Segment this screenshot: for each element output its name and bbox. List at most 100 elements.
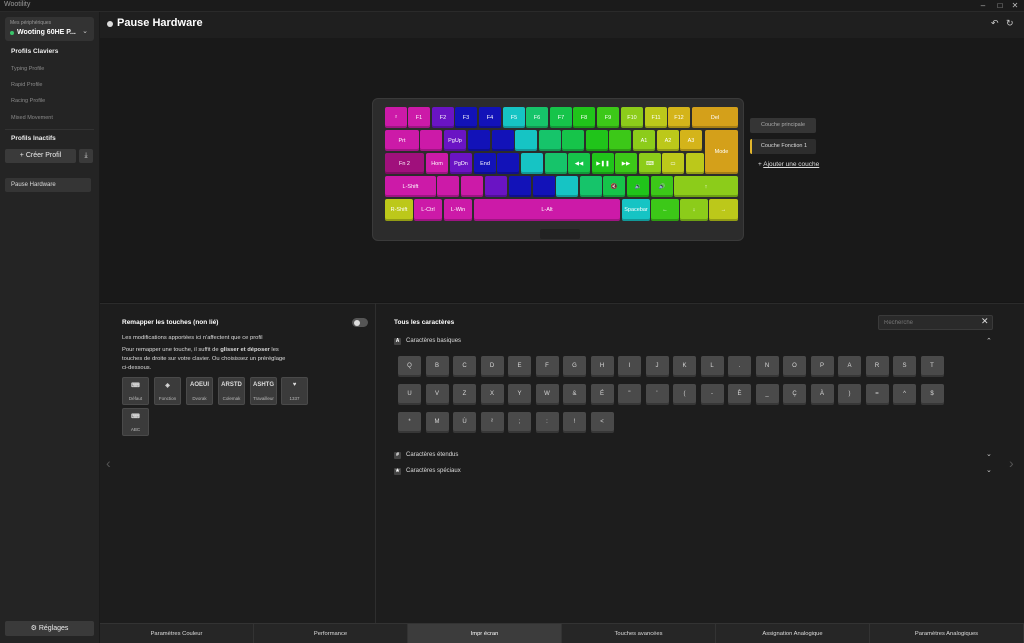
section-extended[interactable]: # Caractères étendus: [394, 452, 458, 459]
settings-button[interactable]: ⚙ Réglages: [5, 621, 94, 636]
keyboard-key[interactable]: ▶❚❚: [592, 153, 614, 174]
character-key[interactable]: È: [728, 384, 751, 405]
character-key[interactable]: U: [398, 384, 421, 405]
keyboard-key[interactable]: [437, 176, 459, 197]
character-key[interactable]: ;: [508, 412, 531, 433]
character-key[interactable]: I: [618, 356, 641, 377]
keyboard-key[interactable]: F9: [597, 107, 619, 128]
keyboard-key[interactable]: Spacebar: [622, 199, 650, 221]
character-key[interactable]: B: [425, 356, 449, 377]
character-key[interactable]: J: [645, 356, 669, 377]
section-basic[interactable]: A Caractères basiques: [394, 338, 461, 345]
keyboard-key[interactable]: F7: [550, 107, 572, 128]
keyboard-key[interactable]: [686, 153, 704, 174]
keyboard-key[interactable]: F8: [573, 107, 595, 128]
keyboard-key[interactable]: [521, 153, 543, 174]
minimize-button[interactable]: –: [976, 0, 990, 12]
character-key[interactable]: N: [755, 356, 779, 377]
keyboard-key[interactable]: ▭: [662, 153, 684, 174]
character-key[interactable]: _: [755, 384, 779, 405]
keyboard-key[interactable]: ↓: [680, 199, 708, 221]
character-key[interactable]: <: [590, 412, 614, 433]
tab-3[interactable]: Touches avancées: [562, 624, 716, 643]
character-key[interactable]: *: [398, 412, 421, 433]
character-key[interactable]: E: [508, 356, 531, 377]
character-key[interactable]: W: [535, 384, 559, 405]
import-profile-button[interactable]: ⤓: [79, 149, 93, 163]
character-key[interactable]: L: [700, 356, 724, 377]
character-key[interactable]: :: [535, 412, 559, 433]
create-profile-button[interactable]: + Créer Profil: [5, 149, 76, 163]
keyboard-key[interactable]: Prt: [385, 130, 419, 151]
keyboard-key[interactable]: Hom: [426, 153, 448, 174]
keyboard-key[interactable]: [580, 176, 602, 197]
chevron-down-icon[interactable]: ⌄: [986, 466, 992, 474]
undo-icon[interactable]: ↶: [991, 18, 999, 29]
character-key[interactable]: ": [618, 384, 641, 405]
keyboard-key[interactable]: [545, 153, 567, 174]
tab-2[interactable]: Impr écran: [408, 624, 562, 643]
preset-button[interactable]: ASHTG Travailleur: [250, 377, 277, 405]
keyboard-key[interactable]: L-Ctrl: [414, 199, 442, 221]
maximize-button[interactable]: □: [993, 0, 1007, 12]
keyboard-key[interactable]: F2: [432, 107, 454, 128]
character-key[interactable]: ²: [480, 412, 504, 433]
layer-main-button[interactable]: Couche principale: [750, 118, 816, 133]
keyboard-key[interactable]: L-Alt: [474, 199, 620, 221]
preset-button[interactable]: ⌨ Défaut: [122, 377, 149, 405]
preset-button[interactable]: ARSTD Colemak: [218, 377, 245, 405]
keyboard-key[interactable]: Fn 2: [385, 153, 424, 174]
character-key[interactable]: K: [673, 356, 696, 377]
tab-1[interactable]: Performance: [254, 624, 408, 643]
keyboard-key[interactable]: 🔉: [627, 176, 649, 197]
character-key[interactable]: X: [480, 384, 504, 405]
keyboard-key[interactable]: [586, 130, 608, 151]
chevron-right-icon[interactable]: ›: [1009, 455, 1014, 471]
keyboard-key[interactable]: [492, 130, 514, 151]
keyboard-key[interactable]: ²: [385, 107, 407, 128]
preset-button[interactable]: AOEUI Dvorak: [186, 377, 213, 405]
keyboard-key[interactable]: [497, 153, 519, 174]
keyboard-key[interactable]: ↑: [674, 176, 738, 197]
keyboard-key[interactable]: [533, 176, 555, 197]
profile-item[interactable]: Mixed Movement: [11, 115, 53, 121]
character-key[interactable]: C: [453, 356, 476, 377]
tab-5[interactable]: Paramètres Analogiques: [870, 624, 1024, 643]
character-key[interactable]: R: [865, 356, 889, 377]
character-key[interactable]: D: [480, 356, 504, 377]
profile-item[interactable]: Racing Profile: [11, 98, 45, 104]
character-key[interactable]: $: [920, 384, 944, 405]
keyboard-key[interactable]: A3: [680, 130, 702, 151]
inactive-profile-item[interactable]: Pause Hardware: [5, 178, 91, 192]
character-key[interactable]: Y: [508, 384, 531, 405]
character-key[interactable]: ): [838, 384, 861, 405]
character-key[interactable]: S: [893, 356, 916, 377]
keyboard-key[interactable]: F10: [621, 107, 643, 128]
profile-item[interactable]: Typing Profile: [11, 66, 44, 72]
character-key[interactable]: ^: [893, 384, 916, 405]
preset-button[interactable]: ◈ Fonction: [154, 377, 181, 405]
keyboard-key[interactable]: [515, 130, 537, 151]
keyboard-key[interactable]: F5: [503, 107, 525, 128]
tab-4[interactable]: Assignation Analogique: [716, 624, 870, 643]
profile-item[interactable]: Rapid Profile: [11, 82, 43, 88]
character-key[interactable]: =: [865, 384, 889, 405]
keyboard-key[interactable]: [556, 176, 578, 197]
keyboard-key[interactable]: [468, 130, 490, 151]
character-key[interactable]: Q: [398, 356, 421, 377]
character-key[interactable]: Ç: [783, 384, 806, 405]
character-key[interactable]: Z: [453, 384, 476, 405]
keyboard-key[interactable]: 🔊: [651, 176, 673, 197]
close-button[interactable]: ✕: [1008, 0, 1022, 12]
layer-fn1-button[interactable]: Couche Fonction 1: [750, 139, 816, 154]
character-key[interactable]: F: [535, 356, 559, 377]
character-key[interactable]: À: [810, 384, 834, 405]
character-key[interactable]: &: [563, 384, 586, 405]
search-input[interactable]: [878, 315, 993, 330]
keyboard-key[interactable]: Del: [692, 107, 738, 128]
character-key[interactable]: G: [563, 356, 586, 377]
character-key[interactable]: (: [673, 384, 696, 405]
keyboard-key[interactable]: ←: [651, 199, 679, 221]
reset-icon[interactable]: ↻: [1006, 18, 1014, 29]
keyboard-key[interactable]: L-Shift: [385, 176, 436, 197]
